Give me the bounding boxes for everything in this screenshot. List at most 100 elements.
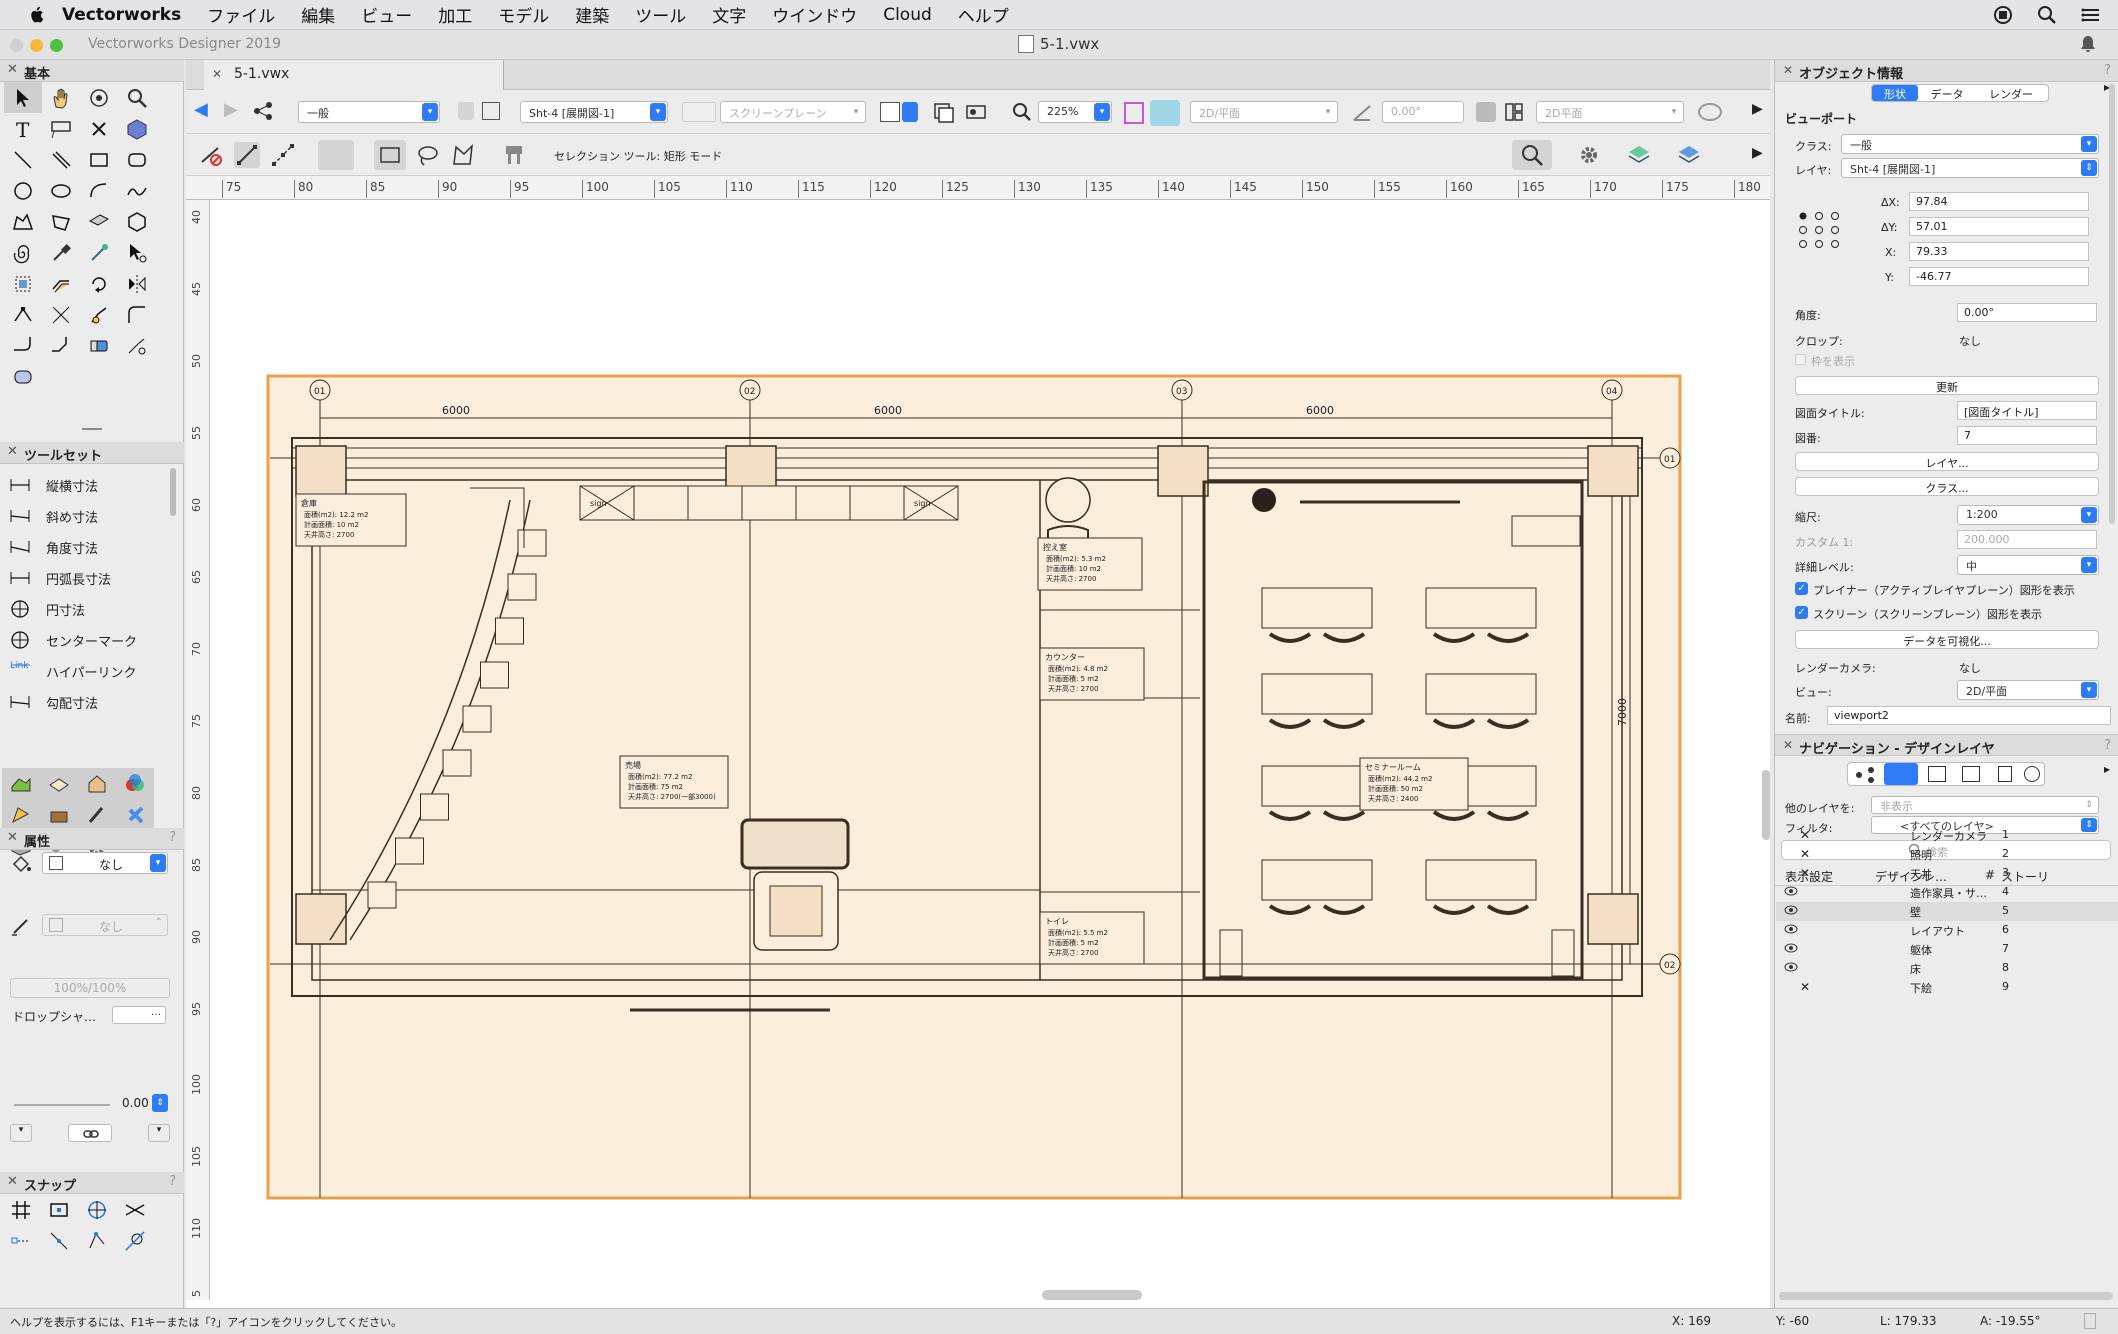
layer-row[interactable]: ✕ レンダーカメラ 1: [1776, 826, 2118, 845]
reshape-icon[interactable]: [4, 299, 42, 330]
text-icon[interactable]: T: [4, 113, 42, 144]
obj-info-scrollbar[interactable]: [2109, 84, 2115, 524]
zoom-icon[interactable]: [118, 82, 156, 113]
gear-icon[interactable]: [1576, 142, 1602, 168]
fill-style-select[interactable]: なし ▾: [42, 852, 168, 874]
layer-row[interactable]: 壁5: [1776, 902, 2118, 921]
y-field[interactable]: -46.77: [1909, 267, 2089, 286]
tab-data[interactable]: データ: [1922, 86, 1972, 102]
dx-field[interactable]: 97.84: [1909, 192, 2089, 211]
line-weight-value[interactable]: 0.00: [122, 1096, 149, 1110]
chevron-right-icon[interactable]: ▸: [2104, 762, 2110, 776]
bell-icon[interactable]: [2078, 34, 2098, 54]
layer-row[interactable]: 躯体 7: [1776, 940, 2118, 959]
view-select[interactable]: 2D/平面 ▾: [1190, 101, 1338, 123]
clip-icon[interactable]: [118, 330, 156, 361]
hidden-x-icon[interactable]: ✕: [1800, 980, 1810, 994]
anchor-point-icon[interactable]: [1797, 210, 1847, 250]
mirror-icon[interactable]: [118, 268, 156, 299]
drawing-canvas[interactable]: 01 02 03 04 01 02 6000 6000 6000 7000 sign sign 倉庫 面積…: [210, 180, 1754, 1296]
callout-icon[interactable]: [42, 113, 80, 144]
chevron-down-icon[interactable]: [902, 102, 918, 122]
class-options-icon[interactable]: [482, 102, 500, 120]
menu-window[interactable]: ウインドウ: [772, 2, 857, 27]
selection-search-icon[interactable]: [1512, 140, 1552, 170]
spotlight-search-icon[interactable]: [2036, 4, 2058, 26]
eye-icon[interactable]: [1784, 885, 1798, 900]
screen-objects-checkbox[interactable]: ✓: [1795, 606, 1808, 619]
trim-icon[interactable]: [80, 299, 118, 330]
menu-tools[interactable]: ツール: [635, 2, 686, 27]
angle-field[interactable]: 0.00°: [1957, 303, 2097, 322]
planar-objects-checkbox[interactable]: ✓: [1795, 582, 1808, 595]
disable-snap-icon[interactable]: [198, 142, 224, 168]
detail-level-select[interactable]: 中 ▾: [1957, 555, 2099, 575]
attribute-mapping-icon[interactable]: [80, 237, 118, 268]
transform-mode-icon[interactable]: [318, 140, 354, 170]
sheet-layers-icon[interactable]: [1928, 766, 1946, 782]
close-palette-icon[interactable]: ✕: [7, 830, 18, 845]
zoom-icon[interactable]: [1012, 102, 1038, 128]
classes-button[interactable]: クラス...: [1795, 477, 2099, 496]
single-object-resize-icon[interactable]: [234, 142, 260, 168]
polygon-marquee-icon[interactable]: [450, 142, 476, 168]
oval-icon[interactable]: [42, 175, 80, 206]
close-palette-icon[interactable]: ✕: [7, 1174, 18, 1189]
referenced-files-icon[interactable]: [1998, 766, 2012, 782]
toolset-item[interactable]: Link ハイパーリンク: [8, 656, 136, 686]
hidden-x-icon[interactable]: ✕: [1800, 847, 1810, 861]
toolset-item[interactable]: 角度寸法: [8, 532, 98, 562]
zoom-window-button[interactable]: [50, 39, 63, 52]
rectangle-icon[interactable]: [80, 144, 118, 175]
dy-field[interactable]: 57.01: [1909, 217, 2089, 236]
page-icon[interactable]: [880, 102, 900, 122]
layer-row[interactable]: ✕ 天井 3: [1776, 864, 2118, 883]
stack-icon[interactable]: [1476, 102, 1496, 122]
chamfer-icon[interactable]: [42, 330, 80, 361]
menu-architecture[interactable]: 建築: [575, 2, 609, 27]
layer-row[interactable]: 造作家具・サ… 4: [1776, 883, 2118, 902]
help-icon[interactable]: ?: [169, 830, 176, 845]
menu-edit[interactable]: 編集: [301, 2, 335, 27]
toolset-item[interactable]: 斜め寸法: [8, 501, 98, 531]
hexagon-icon[interactable]: [118, 206, 156, 237]
close-tab-icon[interactable]: ✕: [212, 67, 222, 81]
layer-row[interactable]: ✕ 照明 2: [1776, 845, 2118, 864]
name-field[interactable]: viewport2: [1827, 706, 2111, 725]
layer-row[interactable]: 床8: [1776, 959, 2118, 978]
eye-icon[interactable]: [1784, 904, 1798, 919]
view-select[interactable]: 2D/平面 ▾: [1957, 680, 2099, 700]
class-select[interactable]: 一般 ▾: [1841, 134, 2099, 154]
menu-file[interactable]: ファイル: [207, 2, 275, 27]
snap-smart-point-icon[interactable]: [40, 1225, 78, 1256]
line-weight-slider[interactable]: [14, 1104, 110, 1106]
polyline-icon[interactable]: [4, 206, 42, 237]
line-icon[interactable]: [4, 144, 42, 175]
snap-edge-icon[interactable]: [78, 1225, 116, 1256]
furniture-icon[interactable]: [40, 799, 78, 830]
extrude-icon[interactable]: [4, 361, 42, 392]
freehand-icon[interactable]: [118, 175, 156, 206]
plane-icon[interactable]: [80, 206, 118, 237]
symbols-icon[interactable]: [2024, 766, 2040, 782]
back-arrow-icon[interactable]: ◀: [194, 99, 220, 125]
link-icon[interactable]: [68, 1124, 112, 1142]
horizontal-scrollbar[interactable]: [1042, 1290, 1142, 1300]
detailing-icon[interactable]: [78, 799, 116, 830]
lasso-icon[interactable]: [414, 142, 440, 168]
machine-icon[interactable]: [116, 799, 154, 830]
render-mode-icon[interactable]: [1150, 100, 1180, 126]
show-frame-checkbox[interactable]: [1795, 354, 1806, 365]
apple-icon[interactable]: [26, 4, 48, 26]
symbol-icon[interactable]: [118, 113, 156, 144]
layer-list-scrollbar[interactable]: [1779, 1292, 2113, 1300]
polygon-icon[interactable]: [42, 206, 80, 237]
menu-view[interactable]: ビュー: [361, 2, 412, 27]
close-palette-icon[interactable]: ✕: [7, 62, 18, 77]
saved-views-icon[interactable]: [1854, 766, 1878, 784]
eye-icon[interactable]: [1784, 961, 1798, 976]
update-button[interactable]: 更新: [1795, 376, 2099, 395]
pen-style-select[interactable]: なし ⌃: [42, 914, 168, 936]
site-planning-icon[interactable]: [2, 768, 40, 799]
eye-icon[interactable]: [1784, 923, 1798, 938]
